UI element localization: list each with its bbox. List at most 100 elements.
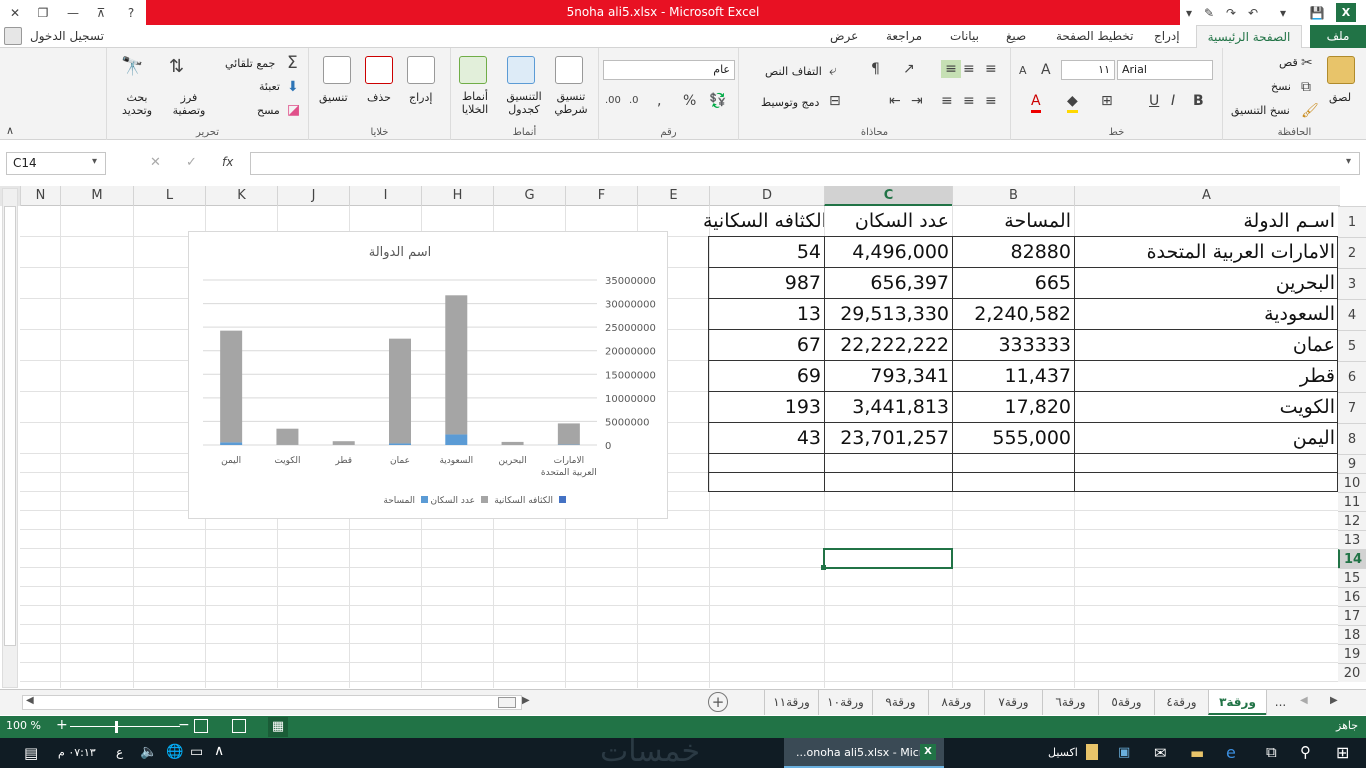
copy-icon[interactable]: ⧉ <box>1301 78 1311 96</box>
file-explorer-icon[interactable]: ▬ <box>1190 744 1204 762</box>
ribbon-options-icon[interactable]: ⊼ <box>92 4 110 22</box>
selected-cell-c14[interactable] <box>823 548 953 569</box>
tab-page-layout[interactable]: تخطيط الصفحة <box>1056 29 1133 43</box>
merge-center-button[interactable]: دمج وتوسيط <box>761 96 819 109</box>
cell-header-country[interactable]: اسـم الدولة <box>1074 207 1338 236</box>
insert-cells-icon[interactable] <box>407 56 435 84</box>
fill-color-icon[interactable]: ◆ <box>1067 92 1078 113</box>
cell-country[interactable]: البحرين <box>1074 268 1338 298</box>
sheet-prev-icon[interactable]: ◀ <box>1300 695 1308 706</box>
row-header[interactable]: 10 <box>1338 473 1366 492</box>
cell-density[interactable]: 69 <box>700 361 824 391</box>
cell-area[interactable]: 333333 <box>952 330 1074 360</box>
align-top-icon[interactable]: ≡ <box>985 60 997 78</box>
paste-button[interactable]: لصق <box>1329 91 1351 104</box>
redo-icon[interactable]: ↷ <box>1222 4 1240 22</box>
sheet-tab[interactable]: ورقة٩ <box>872 690 928 715</box>
sort-filter-button[interactable]: فرز وتصفية <box>169 91 209 117</box>
mail-icon[interactable]: ✉ <box>1154 744 1167 762</box>
scroll-left-icon[interactable]: ◀ <box>26 695 34 706</box>
help-icon[interactable]: ? <box>122 4 140 22</box>
delete-cells-button[interactable]: حذف <box>367 91 391 104</box>
row-header[interactable]: 7 <box>1338 392 1366 423</box>
row-header[interactable]: 12 <box>1338 511 1366 530</box>
font-color-icon[interactable]: A <box>1031 92 1041 113</box>
align-right-icon[interactable]: ≡ <box>985 92 997 110</box>
cell-area[interactable]: 82880 <box>952 237 1074 267</box>
cell-density[interactable]: 54 <box>700 237 824 267</box>
find-select-icon[interactable]: 🔭 <box>121 58 143 76</box>
indent-increase-icon[interactable]: ⇥ <box>911 92 923 110</box>
sheet-tab[interactable]: ورقة١١ <box>764 690 818 715</box>
increase-decimal-icon[interactable]: .0 <box>629 92 639 110</box>
row-header[interactable]: 1 <box>1338 206 1366 237</box>
horizontal-scroll-thumb[interactable] <box>498 697 516 708</box>
cell-styles-icon[interactable] <box>459 56 487 84</box>
italic-icon[interactable]: I <box>1171 92 1175 110</box>
row-header[interactable]: 3 <box>1338 268 1366 299</box>
taskbar-file-icon[interactable] <box>1086 744 1098 760</box>
align-left-icon[interactable]: ≡ <box>941 92 953 110</box>
tab-formulas[interactable]: صيغ <box>1006 29 1026 43</box>
cell-area[interactable]: 11,437 <box>952 361 1074 391</box>
network-icon[interactable]: 🌐 <box>166 744 183 760</box>
zoom-slider-thumb[interactable] <box>115 721 118 733</box>
insert-function-button[interactable]: fx <box>222 155 233 169</box>
search-icon[interactable]: ⚲ <box>1300 743 1311 761</box>
cell-density[interactable]: 67 <box>700 330 824 360</box>
user-avatar-icon[interactable] <box>4 27 22 45</box>
undo-dropdown-icon[interactable]: ▾ <box>1274 4 1292 22</box>
cell-population[interactable]: 23,701,257 <box>824 423 952 453</box>
normal-view-icon[interactable]: ▦ <box>268 717 288 737</box>
cell-header-population[interactable]: عدد السكان <box>824 207 952 236</box>
chart[interactable]: اسم الدوالة05000000100000001500000020000… <box>188 231 668 519</box>
cell-country[interactable]: اليمن <box>1074 423 1338 453</box>
find-select-button[interactable]: بحث وتحديد <box>115 91 159 117</box>
task-view-icon[interactable]: ⧉ <box>1266 743 1277 761</box>
sheet-tab[interactable]: ورقة٤ <box>1154 690 1208 715</box>
conditional-format-button[interactable]: تنسيق شرطي <box>549 90 593 116</box>
insert-cells-button[interactable]: إدراج <box>409 91 432 104</box>
cell-header-density[interactable]: الكثافه السكانية <box>700 207 824 236</box>
number-format-combo[interactable]: عام <box>603 60 735 80</box>
cell-population[interactable]: 3,441,813 <box>824 392 952 422</box>
cut-button[interactable]: قص <box>1279 56 1298 69</box>
cell-population[interactable]: 22,222,222 <box>824 330 952 360</box>
column-header-selected[interactable]: C <box>824 186 952 206</box>
column-header[interactable]: B <box>952 186 1074 206</box>
fill-button[interactable]: تعبئة <box>259 80 280 93</box>
font-size-combo[interactable]: ١١ <box>1061 60 1115 80</box>
row-header[interactable]: 20 <box>1338 663 1366 682</box>
row-header[interactable]: 9 <box>1338 454 1366 473</box>
battery-icon[interactable]: ▭ <box>190 744 203 760</box>
input-language[interactable]: ع <box>116 745 123 759</box>
cell-area[interactable]: 17,820 <box>952 392 1074 422</box>
row-header[interactable]: 15 <box>1338 568 1366 587</box>
sheet-tab[interactable]: ورقة٧ <box>984 690 1042 715</box>
rtl-direction-icon[interactable]: ¶ <box>871 60 880 78</box>
orientation-icon[interactable]: ↗ <box>903 60 915 78</box>
minimize-window-icon[interactable]: — <box>64 4 82 22</box>
clear-icon[interactable]: ◪ <box>287 101 300 119</box>
cell-area[interactable]: 2,240,582 <box>952 299 1074 329</box>
cell-population[interactable]: 29,513,330 <box>824 299 952 329</box>
page-break-view-icon[interactable] <box>194 719 208 733</box>
font-name-combo[interactable]: Arial <box>1117 60 1213 80</box>
taskbar-app-icon[interactable]: ▣ <box>1118 745 1130 760</box>
merge-icon[interactable]: ⊟ <box>829 92 841 110</box>
conditional-format-icon[interactable] <box>555 56 583 84</box>
increase-font-icon[interactable]: A <box>1041 61 1051 79</box>
tab-view[interactable]: عرض <box>830 29 858 43</box>
cell-country[interactable]: السعودية <box>1074 299 1338 329</box>
name-box-dropdown-icon[interactable]: ▾ <box>92 156 97 167</box>
column-header[interactable]: J <box>277 186 349 206</box>
wrap-text-button[interactable]: التفاف النص <box>765 65 822 78</box>
format-cells-button[interactable]: تنسيق <box>319 91 348 104</box>
cell-country[interactable]: عمان <box>1074 330 1338 360</box>
row-header[interactable]: 8 <box>1338 423 1366 454</box>
format-as-table-icon[interactable] <box>507 56 535 84</box>
cell-area[interactable]: 665 <box>952 268 1074 298</box>
row-header[interactable]: 11 <box>1338 492 1366 511</box>
column-header[interactable]: L <box>133 186 205 206</box>
sign-in-link[interactable]: تسجيل الدخول <box>30 29 104 43</box>
